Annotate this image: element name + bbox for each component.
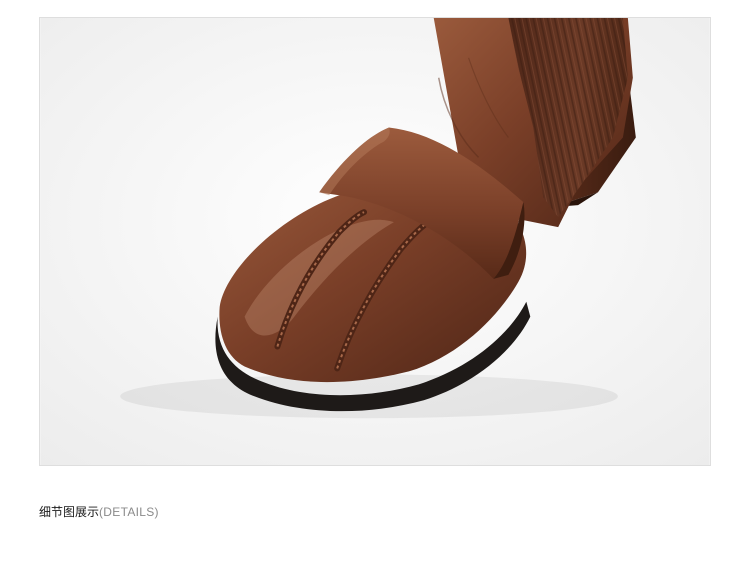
caption-english: (DETAILS) <box>99 505 159 519</box>
boot-toe-image <box>40 18 710 465</box>
details-caption: 细节图展示(DETAILS) <box>39 503 159 521</box>
product-detail-photo <box>39 17 711 466</box>
caption-chinese: 细节图展示 <box>39 505 100 519</box>
